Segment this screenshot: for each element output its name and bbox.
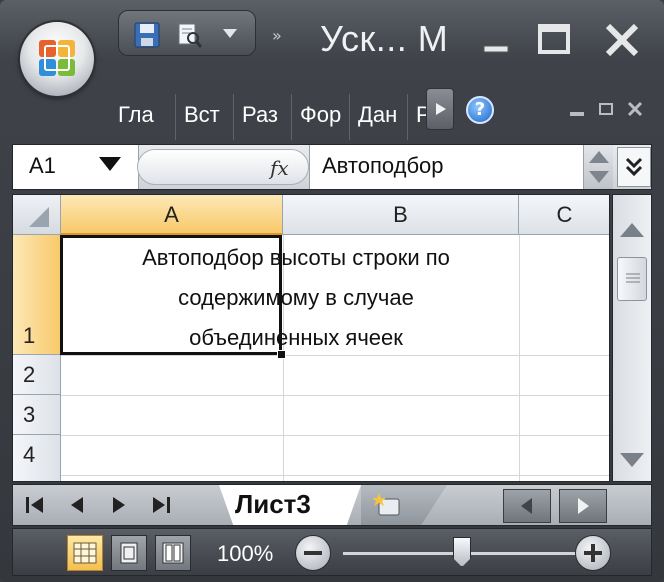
minus-icon xyxy=(304,551,322,555)
chevron-down-icon[interactable] xyxy=(223,29,237,39)
chevron-up-icon[interactable] xyxy=(588,149,610,165)
page-layout-view-button[interactable] xyxy=(111,535,147,571)
quick-access-toolbar xyxy=(118,10,256,56)
ribbon-scroll-right-button[interactable] xyxy=(426,88,454,130)
zoom-slider-thumb[interactable] xyxy=(453,537,471,567)
row-header-1[interactable]: 1 xyxy=(13,235,61,355)
gridline xyxy=(61,395,609,396)
qat-overflow-icon[interactable]: » xyxy=(272,26,282,45)
gridline xyxy=(61,435,609,436)
scroll-down-icon[interactable] xyxy=(617,445,647,475)
ribbon-tab-insert[interactable]: Вст xyxy=(176,94,234,140)
help-icon[interactable]: ? xyxy=(466,96,494,124)
ribbon-tab-page-layout[interactable]: Раз xyxy=(234,94,292,140)
fill-handle[interactable] xyxy=(277,350,286,359)
chevron-right-icon xyxy=(436,103,446,115)
ribbon-tab-data[interactable]: Дан xyxy=(350,94,408,140)
horizontal-scroll-right[interactable] xyxy=(559,489,607,523)
normal-view-button[interactable] xyxy=(67,535,103,571)
grip-icon xyxy=(626,273,640,283)
select-all-icon xyxy=(29,207,49,227)
sheet-tab-label: Лист3 xyxy=(235,489,311,519)
close-icon[interactable] xyxy=(596,16,648,64)
name-box-value: A1 xyxy=(29,153,56,178)
gridline xyxy=(61,475,609,476)
vertical-scrollbar[interactable] xyxy=(612,194,652,482)
scroll-left-icon xyxy=(521,498,532,514)
formula-bar: A1 fx Автоподбор xyxy=(12,144,652,190)
excel-window: » Уск... М Гла Вст Раз Фор Дан Р ? A1 fx… xyxy=(0,0,664,582)
zoom-out-button[interactable] xyxy=(295,535,331,571)
double-chevron-down-icon xyxy=(625,157,643,177)
insert-sheet-icon xyxy=(373,493,400,516)
plus-icon xyxy=(584,544,602,562)
ribbon-tab-review[interactable]: Р xyxy=(408,94,428,140)
office-button[interactable] xyxy=(20,22,94,96)
row-header-3[interactable]: 3 xyxy=(13,395,61,435)
page-break-view-button[interactable] xyxy=(155,535,191,571)
row-header-2[interactable]: 2 xyxy=(13,355,61,395)
select-all-button[interactable] xyxy=(13,195,61,235)
vertical-scroll-thumb[interactable] xyxy=(617,257,647,301)
scroll-right-icon xyxy=(578,498,589,514)
window-title: Уск... М xyxy=(320,18,449,59)
previous-sheet-icon[interactable] xyxy=(65,493,89,517)
next-sheet-icon[interactable] xyxy=(107,493,131,517)
name-box-dropdown-icon[interactable] xyxy=(99,157,121,171)
column-header-b[interactable]: B xyxy=(283,195,519,235)
first-sheet-icon[interactable] xyxy=(23,493,47,517)
column-header-a[interactable]: A xyxy=(61,195,283,235)
formula-scroll[interactable] xyxy=(583,145,613,189)
normal-view-icon xyxy=(73,542,97,564)
workbook-close-icon[interactable] xyxy=(624,98,646,120)
zoom-level[interactable]: 100% xyxy=(217,541,273,567)
expand-formula-bar-button[interactable] xyxy=(617,147,651,187)
ribbon-restore-icon[interactable] xyxy=(596,98,618,120)
column-header-c[interactable]: C xyxy=(519,195,609,235)
formula-value: Автоподбор xyxy=(322,153,444,178)
horizontal-scroll-left[interactable] xyxy=(503,489,551,523)
active-cell-border xyxy=(60,235,282,355)
name-box[interactable]: A1 xyxy=(13,145,139,189)
minimize-icon[interactable] xyxy=(470,16,522,64)
save-icon[interactable] xyxy=(133,21,161,49)
row-header-4[interactable]: 4 xyxy=(13,435,61,481)
ribbon-tab-formulas[interactable]: Фор xyxy=(292,94,350,140)
last-sheet-icon[interactable] xyxy=(149,493,173,517)
ribbon-minimize-icon[interactable] xyxy=(566,98,588,120)
fx-icon[interactable]: fx xyxy=(270,156,289,180)
scroll-up-icon[interactable] xyxy=(617,215,647,245)
print-preview-icon[interactable] xyxy=(175,21,203,49)
sheet-tab-bar: Лист3 xyxy=(12,484,652,526)
formula-tools: fx xyxy=(137,149,309,185)
chevron-down-icon[interactable] xyxy=(588,169,610,185)
page-break-icon xyxy=(162,542,184,564)
zoom-in-button[interactable] xyxy=(575,535,611,571)
ribbon-tabs: Гла Вст Раз Фор Дан Р xyxy=(110,94,428,140)
ribbon-tab-home[interactable]: Гла xyxy=(110,94,176,140)
page-layout-icon xyxy=(120,542,138,564)
maximize-icon[interactable] xyxy=(528,16,580,64)
formula-input[interactable]: Автоподбор xyxy=(309,145,583,189)
status-bar: 100% xyxy=(12,528,652,576)
office-logo-icon xyxy=(39,40,75,76)
insert-sheet-tab[interactable] xyxy=(361,485,447,525)
worksheet-grid[interactable]: A B C 1 2 3 4 Автоподбор высоты строки п… xyxy=(12,194,610,482)
